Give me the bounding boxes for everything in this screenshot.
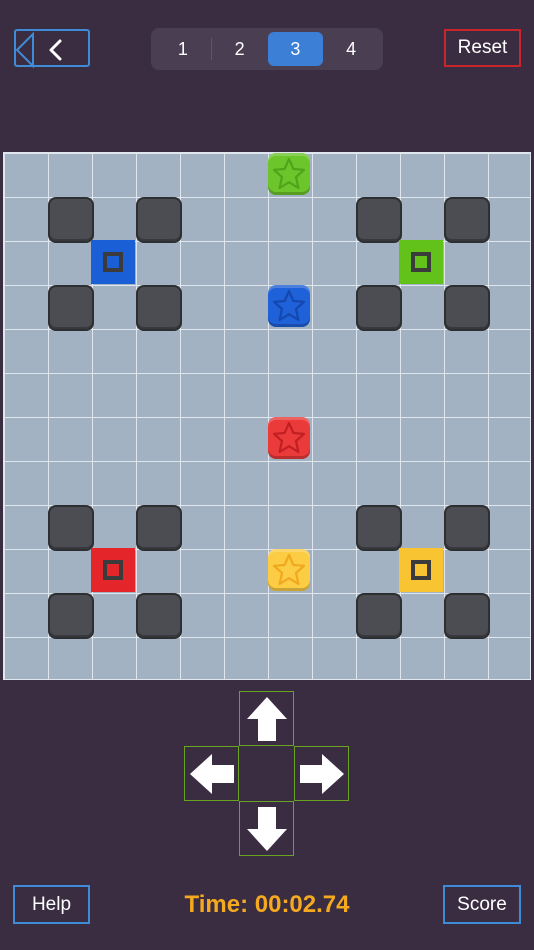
back-button[interactable]	[14, 29, 90, 69]
wall-block	[355, 196, 402, 243]
wall-tile	[48, 285, 94, 331]
wall-block	[135, 284, 182, 331]
game-board	[3, 152, 531, 680]
wall-tile	[48, 197, 94, 243]
move-right-button[interactable]	[294, 746, 349, 801]
wall-tile	[356, 505, 402, 551]
wall-block	[47, 196, 94, 243]
wall-block	[47, 592, 94, 639]
timer: Time: 00:02.74	[184, 891, 350, 918]
wall-block	[443, 592, 490, 639]
wall-block	[443, 504, 490, 551]
wall-block	[355, 592, 402, 639]
wall-tile	[444, 593, 490, 639]
arrow-left-icon	[189, 753, 234, 794]
star-icon	[272, 553, 306, 586]
piece-tile	[268, 285, 310, 327]
wall-block	[443, 196, 490, 243]
piece-tile	[268, 417, 310, 459]
wall-block	[135, 196, 182, 243]
wall-tile	[136, 505, 182, 551]
wall-tile	[444, 197, 490, 243]
wall-tile	[136, 197, 182, 243]
help-button[interactable]: Help	[13, 885, 90, 924]
move-up-button[interactable]	[239, 691, 294, 746]
piece-blue[interactable]	[267, 284, 311, 328]
target-marker	[411, 560, 431, 580]
wall-tile	[48, 505, 94, 551]
wall-tile	[444, 285, 490, 331]
target-green	[399, 240, 443, 284]
star-icon	[272, 421, 306, 454]
wall-block	[443, 284, 490, 331]
target-marker	[103, 252, 123, 272]
piece-green[interactable]	[267, 152, 311, 196]
wall-block	[135, 504, 182, 551]
piece-tile	[268, 549, 310, 591]
target-marker	[411, 252, 431, 272]
chevron-left-icon	[16, 31, 62, 69]
score-button[interactable]: Score	[443, 885, 521, 924]
move-down-button[interactable]	[239, 801, 294, 856]
wall-block	[135, 592, 182, 639]
star-icon	[272, 157, 306, 190]
wall-block	[47, 504, 94, 551]
reset-button[interactable]: Reset	[444, 29, 521, 67]
wall-block	[355, 284, 402, 331]
piece-tile	[268, 153, 310, 195]
piece-red[interactable]	[267, 416, 311, 460]
target-yellow	[399, 548, 443, 592]
level-tab-3[interactable]: 3	[267, 32, 324, 66]
wall-tile	[356, 197, 402, 243]
wall-tile	[356, 593, 402, 639]
wall-tile	[444, 505, 490, 551]
target-marker	[103, 560, 123, 580]
star-icon	[272, 289, 306, 322]
wall-tile	[48, 593, 94, 639]
level-selector: 1 2 3 4	[151, 28, 383, 70]
arrow-down-icon	[246, 806, 287, 851]
arrow-right-icon	[299, 753, 344, 794]
wall-block	[47, 284, 94, 331]
target-blue	[91, 240, 135, 284]
arrow-up-icon	[246, 696, 287, 741]
move-left-button[interactable]	[184, 746, 239, 801]
level-tab-2[interactable]: 2	[212, 32, 268, 66]
level-tab-4[interactable]: 4	[323, 32, 379, 66]
target-red	[91, 548, 135, 592]
wall-tile	[356, 285, 402, 331]
wall-tile	[136, 593, 182, 639]
wall-block	[355, 504, 402, 551]
level-tab-1[interactable]: 1	[155, 32, 211, 66]
piece-yellow[interactable]	[267, 548, 311, 592]
wall-tile	[136, 285, 182, 331]
